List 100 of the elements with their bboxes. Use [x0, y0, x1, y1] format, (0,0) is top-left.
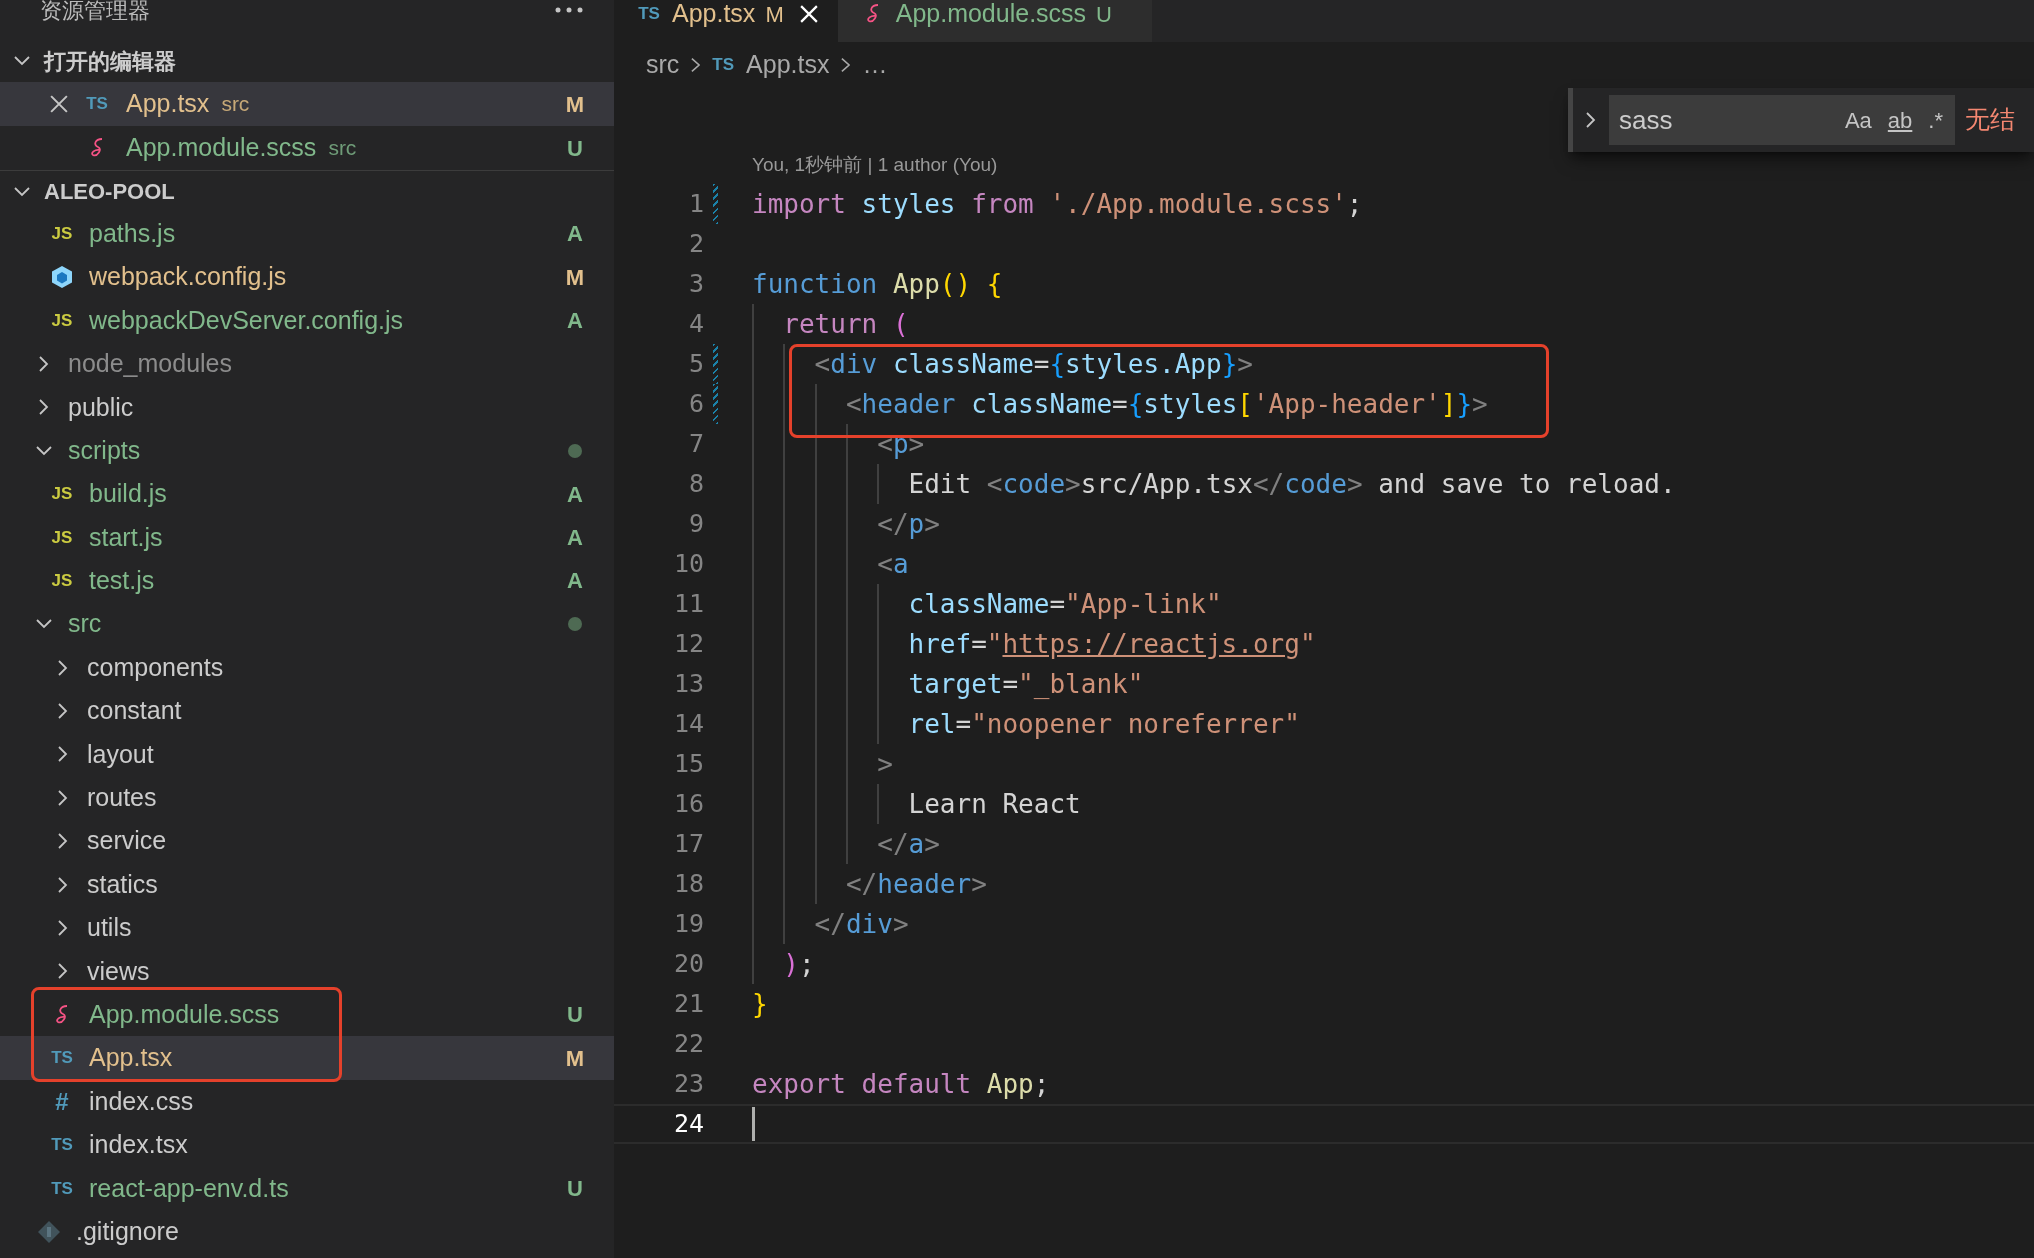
code-line: rel="noopener noreferrer": [907, 707, 1300, 741]
open-editor-item[interactable]: TS App.tsx src M: [0, 82, 614, 126]
line-number: 7: [687, 428, 704, 461]
breadcrumb-item[interactable]: src: [646, 46, 680, 84]
javascript-file-icon: JS: [49, 481, 75, 507]
editor-tab[interactable]: App.module.scss U: [837, 0, 1152, 42]
folder-name: node_modules: [68, 348, 232, 380]
sass-file-icon: [864, 4, 881, 24]
chevron-right-icon: [58, 833, 68, 850]
folder-name: routes: [87, 782, 157, 813]
file-name: App.tsx: [126, 88, 210, 120]
line-number: 14: [672, 708, 704, 741]
folder-name: scripts: [68, 434, 141, 466]
folder-item[interactable]: scripts: [0, 428, 614, 473]
folder-item[interactable]: node_modules: [0, 342, 614, 386]
folder-item[interactable]: public: [0, 385, 614, 429]
typescript-file-icon: TS: [712, 52, 735, 78]
git-status: U: [566, 134, 584, 163]
close-icon: [50, 95, 68, 113]
code-line: </header>: [844, 867, 987, 901]
find-option-toggle[interactable]: Aa: [1840, 103, 1876, 137]
typescript-file-icon: TS: [49, 1132, 75, 1158]
folder-item[interactable]: statics: [0, 862, 614, 907]
file-item[interactable]: App.module.scss U: [0, 993, 614, 1037]
cube-icon: [50, 265, 74, 290]
file-name: index.tsx: [89, 1129, 188, 1161]
folder-item[interactable]: views: [0, 949, 614, 994]
breadcrumb-item[interactable]: …: [862, 46, 888, 84]
line-number: 3: [687, 268, 704, 301]
folder-item[interactable]: components: [0, 645, 614, 690]
code-line: href="https://reactjs.org": [907, 627, 1316, 661]
no-results-label: 无结: [1965, 104, 2015, 136]
file-name: index.css: [89, 1085, 194, 1117]
git-status: M: [564, 90, 586, 119]
chevron-down-icon: [36, 445, 52, 456]
folder-item[interactable]: routes: [0, 776, 614, 820]
typescript-file-icon: TS: [49, 1175, 75, 1202]
file-item[interactable]: JS test.js A: [0, 559, 614, 603]
folder-name: utils: [87, 912, 132, 944]
file-name: build.js: [89, 478, 167, 510]
code-line: );: [782, 947, 815, 981]
javascript-file-icon: JS: [49, 220, 75, 247]
typescript-file-icon: TS: [636, 1, 662, 27]
chevron-right-icon: [39, 355, 49, 372]
editor-tab[interactable]: TS App.tsx M: [614, 0, 838, 42]
line-number: 4: [687, 308, 704, 341]
code-line: <p>: [876, 427, 925, 461]
sass-file-icon: [89, 138, 105, 158]
file-name: App.tsx: [89, 1042, 173, 1074]
find-input[interactable]: sass Aa ab .*: [1609, 95, 1955, 145]
code-line: <header className={styles['App-header']}>: [844, 387, 1488, 421]
chevron-right-icon: [58, 746, 68, 763]
file-item[interactable]: TS react-app-env.d.ts U: [0, 1166, 614, 1210]
git-status: U: [566, 1001, 584, 1030]
chevron-right-icon: [58, 919, 68, 936]
file-item[interactable]: .gitignore: [0, 1210, 614, 1254]
javascript-file-icon: JS: [49, 307, 75, 334]
folder-name: statics: [87, 868, 158, 900]
line-number: 21: [672, 988, 704, 1021]
section-header[interactable]: ALEO-POOL: [0, 170, 614, 212]
chevron-right-icon: [58, 963, 68, 980]
chevron-right-icon: [58, 659, 68, 676]
file-item[interactable]: webpack.config.js M: [0, 255, 614, 299]
folder-name: layout: [87, 738, 154, 770]
file-name: react-app-env.d.ts: [89, 1172, 289, 1204]
code-line: </div>: [813, 907, 909, 941]
file-item[interactable]: JS build.js A: [0, 472, 614, 516]
find-option-toggle[interactable]: .*: [1924, 103, 1947, 137]
chevron-right-icon: [691, 57, 701, 73]
folder-item[interactable]: layout: [0, 732, 614, 777]
folder-item[interactable]: src: [0, 602, 614, 646]
chevron-right-icon: [58, 876, 68, 893]
text-cursor: [752, 1107, 755, 1141]
git-status: A: [566, 523, 584, 552]
code-line: Edit <code>src/App.tsx</code> and save to reload.: [907, 467, 1676, 501]
folder-item[interactable]: service: [0, 819, 614, 863]
breadcrumb-item[interactable]: TS App.tsx: [712, 46, 830, 84]
file-item[interactable]: JS webpackDevServer.config.js A: [0, 298, 614, 343]
folder-item[interactable]: utils: [0, 906, 614, 950]
file-path: src: [328, 135, 357, 162]
file-name: App.module.scss: [126, 132, 317, 164]
file-item[interactable]: # index.css: [0, 1079, 614, 1124]
css-file-icon: #: [49, 1083, 75, 1120]
chevron-right-icon: [39, 399, 49, 416]
file-item[interactable]: JS paths.js A: [0, 212, 614, 256]
file-item[interactable]: TS App.tsx M: [0, 1036, 614, 1080]
find-option-toggle[interactable]: ab: [1883, 103, 1917, 137]
code-line: <a: [876, 547, 909, 581]
section-header[interactable]: 打开的编辑器: [0, 40, 614, 82]
sass-file-icon: [54, 1004, 70, 1025]
git-status: U: [566, 1174, 584, 1203]
codelens-text[interactable]: You, 1秒钟前 | 1 author (You): [752, 150, 998, 180]
line-number: 17: [672, 828, 704, 861]
code-line: }: [752, 987, 768, 1021]
open-editor-item[interactable]: App.module.scss src U: [0, 126, 614, 170]
file-name: start.js: [89, 521, 163, 553]
folder-item[interactable]: constant: [0, 689, 614, 733]
file-item[interactable]: TS index.tsx: [0, 1123, 614, 1167]
javascript-file-icon: JS: [49, 568, 75, 594]
file-item[interactable]: JS start.js A: [0, 515, 614, 560]
